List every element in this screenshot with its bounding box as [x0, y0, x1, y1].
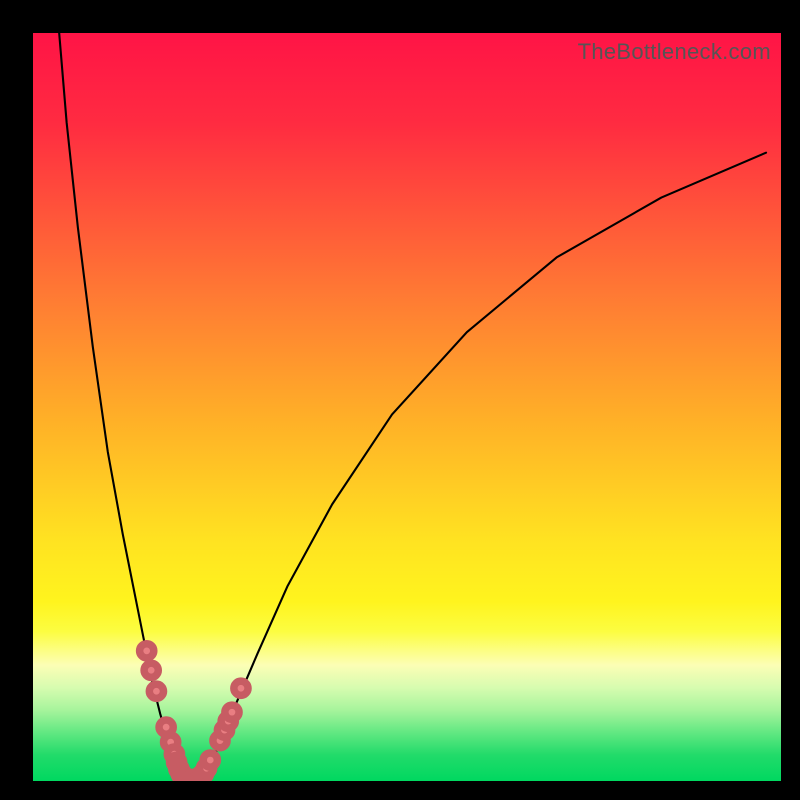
bead-group	[140, 644, 248, 781]
bead-point	[144, 663, 158, 677]
bead-point	[225, 705, 239, 719]
bead-point	[203, 753, 217, 767]
bead-point	[140, 644, 154, 658]
bead-point	[234, 681, 248, 695]
v-curve	[59, 33, 766, 781]
curve-layer	[33, 33, 781, 781]
plot-area: TheBottleneck.com	[33, 33, 781, 781]
outer-frame: TheBottleneck.com	[0, 0, 800, 800]
bead-point	[149, 684, 163, 698]
